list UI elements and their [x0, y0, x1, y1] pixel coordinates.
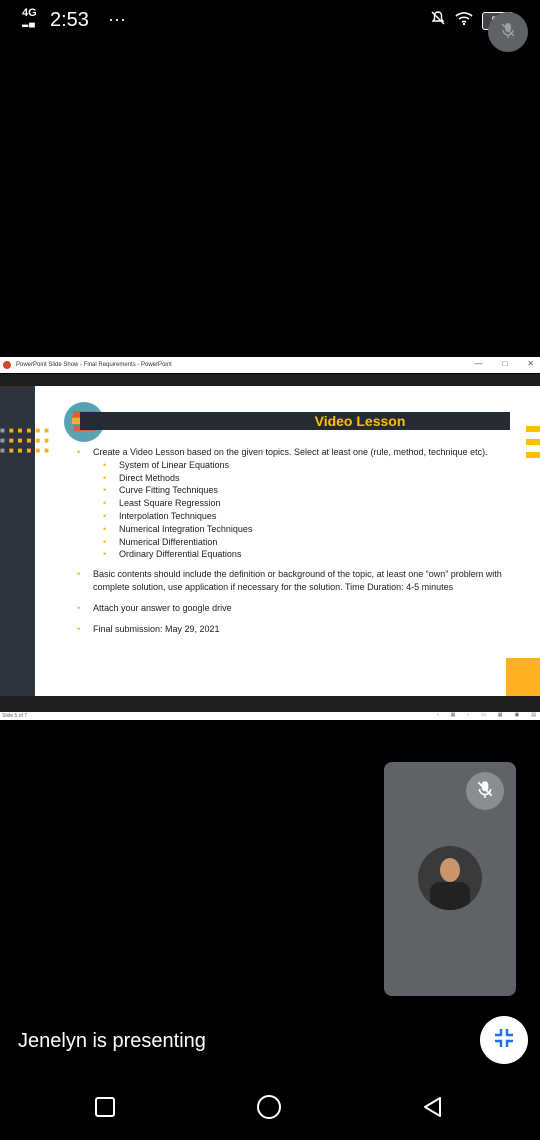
circle-icon — [256, 1094, 282, 1125]
decorative-dots: ■■■■■■ ■■■■■■ ■■■■■■ — [0, 426, 54, 455]
recents-button[interactable] — [92, 1096, 118, 1122]
slideshow-status-bar: Slide 5 of 7 ‹ ▦ › ▭ ▦ ▣ ▤ — [0, 712, 540, 720]
window-title: PowerPoint Slide Show - Final Requiremen… — [16, 362, 172, 368]
home-button[interactable] — [256, 1094, 282, 1125]
tile-mic-off — [466, 772, 504, 810]
network-indicator: 4G ▂▄ — [22, 7, 37, 28]
self-view-tile[interactable] — [384, 762, 516, 996]
slide-area: ■■■■■■ ■■■■■■ ■■■■■■ Video Lesson Create… — [0, 374, 540, 712]
topic-item: Interpolation Techniques — [75, 510, 510, 523]
view-sorter-icon[interactable]: ▦ — [498, 712, 503, 718]
view-reading-icon[interactable]: ▣ — [515, 712, 520, 718]
slide-content: Create a Video Lesson based on the given… — [75, 446, 510, 635]
bullet-intro: Create a Video Lesson based on the given… — [75, 446, 510, 459]
bullet-attach: Attach your answer to google drive — [75, 602, 510, 615]
close-button[interactable]: ✕ — [527, 359, 534, 368]
mic-off-button[interactable] — [488, 12, 528, 52]
navigation-bar — [0, 1080, 540, 1140]
notification-dots: ··· — [108, 9, 126, 29]
topic-item: Least Square Regression — [75, 497, 510, 510]
wifi-icon — [454, 10, 474, 31]
presenting-label: Jenelyn is presenting — [18, 1030, 206, 1052]
avatar — [418, 846, 482, 910]
title-banner: Video Lesson — [80, 412, 510, 430]
bullet-basic-contents: Basic contents should include the defini… — [75, 568, 510, 594]
slide-grid-icon[interactable]: ▦ — [451, 712, 456, 718]
next-slide-icon[interactable]: › — [467, 712, 469, 718]
back-button[interactable] — [420, 1096, 446, 1122]
decorative-corner — [506, 658, 540, 696]
view-normal-icon[interactable]: ▭ — [481, 712, 486, 718]
topic-item: Ordinary Differential Equations — [75, 548, 510, 561]
slideshow-controls: ‹ ▦ › ▭ ▦ ▣ ▤ — [437, 712, 536, 718]
square-icon — [94, 1096, 116, 1123]
topic-item: Direct Methods — [75, 472, 510, 485]
powerpoint-icon — [3, 361, 11, 369]
mic-off-icon — [475, 779, 495, 804]
slide-counter: Slide 5 of 7 — [2, 713, 28, 719]
mic-off-icon — [499, 21, 517, 44]
exit-fullscreen-button[interactable] — [480, 1016, 528, 1064]
bullet-submission: Final submission: May 29, 2021 — [75, 623, 510, 636]
bell-off-icon — [430, 10, 446, 31]
collapse-icon — [492, 1026, 516, 1055]
triangle-icon — [421, 1095, 445, 1124]
prev-slide-icon[interactable]: ‹ — [437, 712, 439, 718]
topic-item: System of Linear Equations — [75, 459, 510, 472]
view-slideshow-icon[interactable]: ▤ — [531, 712, 536, 718]
window-controls: — □ ✕ — [474, 359, 534, 368]
status-bar: 4G ▂▄ 2:53 ··· 57 — [0, 0, 540, 44]
topic-item: Numerical Integration Techniques — [75, 523, 510, 536]
decorative-bars — [526, 426, 540, 465]
slide: ■■■■■■ ■■■■■■ ■■■■■■ Video Lesson Create… — [0, 386, 540, 696]
maximize-button[interactable]: □ — [502, 359, 507, 368]
window-titlebar: PowerPoint Slide Show - Final Requiremen… — [0, 357, 540, 373]
slide-title: Video Lesson — [314, 413, 406, 429]
signal-icon: ▂▄ — [22, 18, 36, 27]
clock: 2:53 — [50, 9, 89, 31]
topic-item: Curve Fitting Techniques — [75, 484, 510, 497]
topic-item: Numerical Differentiation — [75, 536, 510, 549]
minimize-button[interactable]: — — [474, 359, 482, 368]
